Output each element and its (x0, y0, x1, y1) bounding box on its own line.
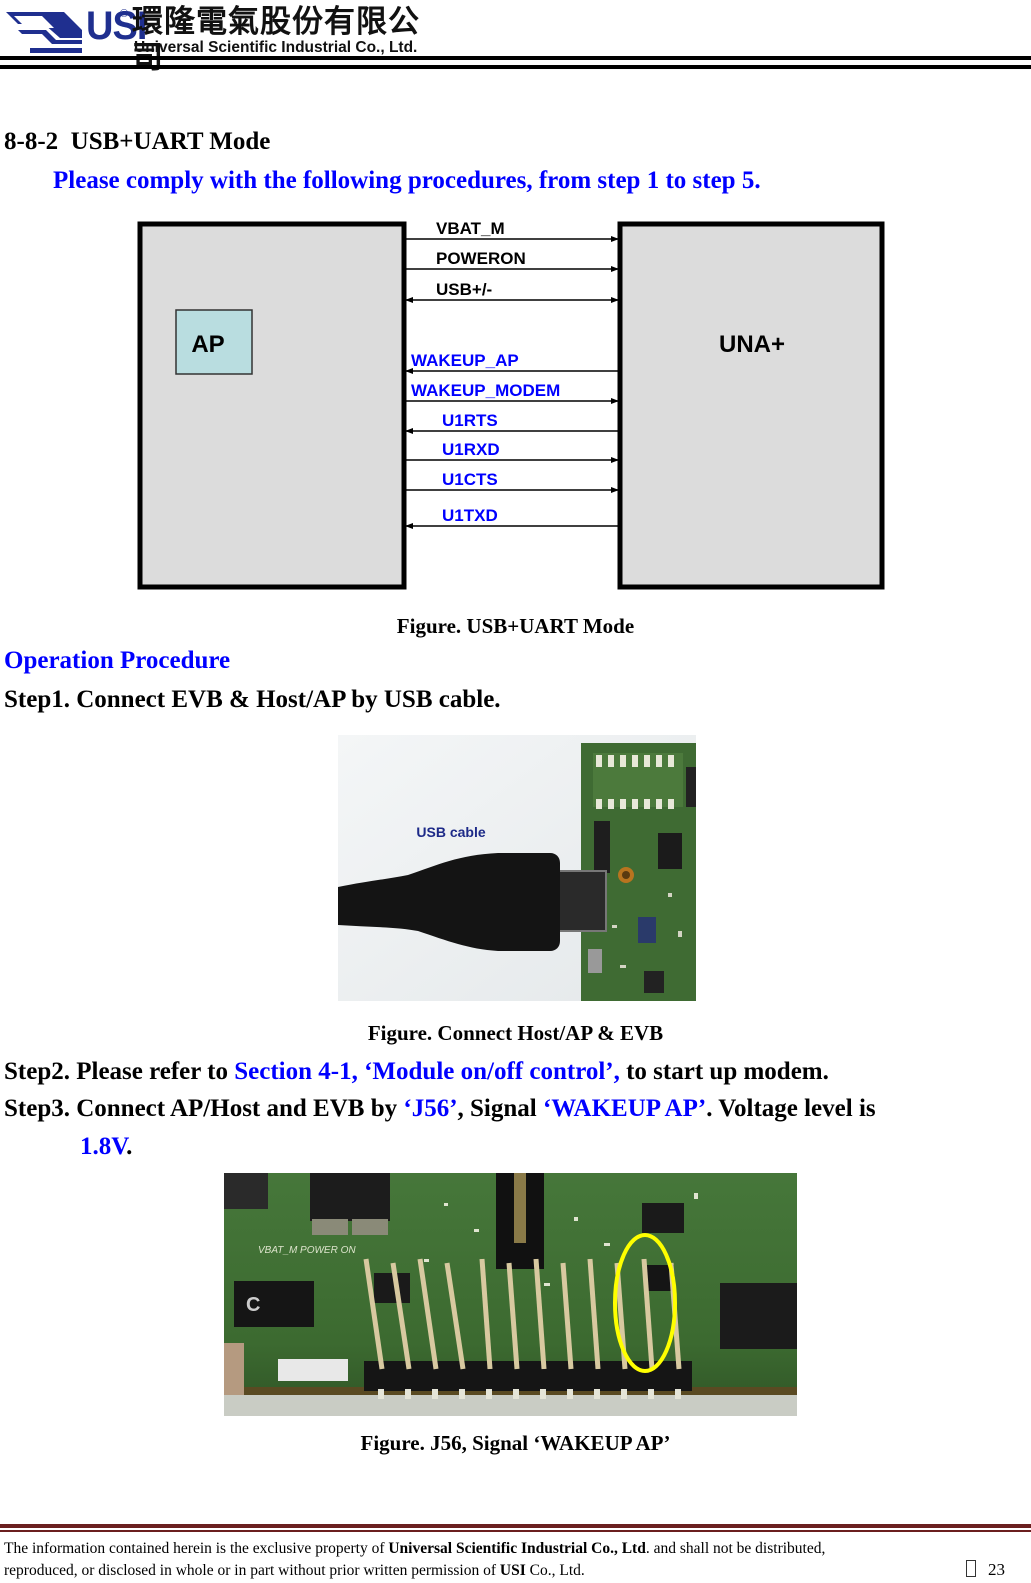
section-number: 8-8-2 (4, 128, 59, 155)
step3-prefix: Step3. Connect AP/Host and EVB by (4, 1095, 404, 1122)
header-pin-tail (405, 1389, 411, 1399)
header-pin-tail (486, 1389, 492, 1399)
una-block (617, 221, 885, 590)
footer-brand: USI (499, 1562, 526, 1579)
procedure-title: Operation Procedure (4, 647, 231, 674)
footer-rule-top (0, 1524, 1031, 1528)
signal-label: U1TXD (442, 506, 498, 525)
header-pin-tail (459, 1389, 465, 1399)
footer-line-1: The information contained herein is the … (4, 1540, 825, 1558)
step2-prefix: Step2. Please refer to (4, 1058, 235, 1085)
step-2: Step2. Please refer to Section 4-1, ‘Mod… (4, 1058, 829, 1086)
footer-rule-bottom (0, 1530, 1031, 1532)
step3-suffix: . Voltage level is (706, 1095, 876, 1122)
logo-english-name: Universal Scientific Industrial Co., Ltd… (134, 39, 418, 56)
signal-label: U1CTS (442, 470, 498, 489)
host-block (137, 221, 407, 590)
missing-glyph-icon (966, 1560, 976, 1577)
header-pin-tail (648, 1389, 654, 1399)
header-pin-tail (594, 1389, 600, 1399)
usb-cable-photo: USB cable (338, 735, 696, 1001)
header-pin-tail (675, 1389, 681, 1399)
footer-text: Co., Ltd. (525, 1562, 585, 1579)
step3-end: . (126, 1133, 133, 1160)
step3-middle: , Signal (457, 1095, 543, 1122)
voltage-level: 1.8V (80, 1133, 127, 1160)
signal-label: U1RXD (442, 440, 500, 459)
figure-caption-photo2: Figure. J56, Signal ‘WAKEUP AP’ (360, 1431, 671, 1455)
figure-caption-diagram: Figure. USB+UART Mode (396, 614, 635, 638)
signal-label: USB+/- (436, 280, 492, 299)
una-label: UNA+ (719, 331, 785, 358)
section-reference-link[interactable]: Section 4-1, ‘Module on/off control’, (234, 1058, 620, 1085)
header-rule-bottom (0, 65, 1031, 69)
pin-header-j56 (364, 1361, 692, 1391)
header-pin-tail (621, 1389, 627, 1399)
page-number-value: 23 (988, 1560, 1005, 1579)
page-number: 23 (966, 1560, 1005, 1580)
signal-label: WAKEUP_AP (411, 351, 519, 370)
step2-suffix: to start up modem. (619, 1058, 829, 1085)
section-heading: 8-8-2 USB+UART Mode (4, 128, 270, 156)
header-pin-tail (378, 1389, 384, 1399)
figure-caption-photo1: Figure. Connect Host/AP & EVB (367, 1021, 664, 1045)
section-intro: Please comply with the following procedu… (53, 167, 761, 194)
usi-emblem-icon (6, 12, 82, 53)
silkscreen-label: VBAT_M POWER ON (258, 1245, 356, 1256)
footer-company: Universal Scientific Industrial Co., Ltd (388, 1540, 646, 1557)
signal-label: VBAT_M (436, 219, 505, 238)
header-pin-tail (432, 1389, 438, 1399)
usb-uart-block-diagram: AP UNA+ VBAT_M POWERON USB+/- WAKEUP_AP WAKE… (137, 219, 885, 590)
header-pin-tail (567, 1389, 573, 1399)
registered-mark: ® (120, 8, 129, 20)
footer-text: reproduced, or disclosed in whole or in … (4, 1562, 500, 1579)
j56-header-photo: VBAT_M POWER ON C (224, 1173, 797, 1416)
signal-label: WAKEUP_MODEM (411, 381, 560, 400)
footer-text: . and shall not be distributed, (645, 1540, 826, 1557)
header-pin-tail (540, 1389, 546, 1399)
header-rule-top (0, 56, 1031, 60)
step-3-continued: 1.8V. (80, 1133, 132, 1161)
header-pin-tail (513, 1389, 519, 1399)
svg-text:C: C (246, 1294, 260, 1316)
step-3: Step3. Connect AP/Host and EVB by ‘J56’,… (4, 1095, 876, 1123)
signal-label: POWERON (436, 249, 526, 268)
signal-label: U1RTS (442, 411, 498, 430)
footer-text: The information contained herein is the … (4, 1540, 389, 1557)
section-title: USB+UART Mode (70, 128, 271, 155)
usb-cable-label: USB cable (416, 824, 485, 840)
step-1: Step1. Connect EVB & Host/AP by USB cabl… (4, 686, 501, 713)
signal-wakeup-ap: ‘WAKEUP AP’ (542, 1095, 707, 1122)
company-logo: USI ® 環隆電氣股份有限公司 Universal Scientific In… (4, 4, 444, 76)
footer-line-2: reproduced, or disclosed in whole or in … (4, 1562, 585, 1580)
ap-label: AP (191, 331, 224, 358)
connector-j56: ‘J56’ (403, 1095, 458, 1122)
